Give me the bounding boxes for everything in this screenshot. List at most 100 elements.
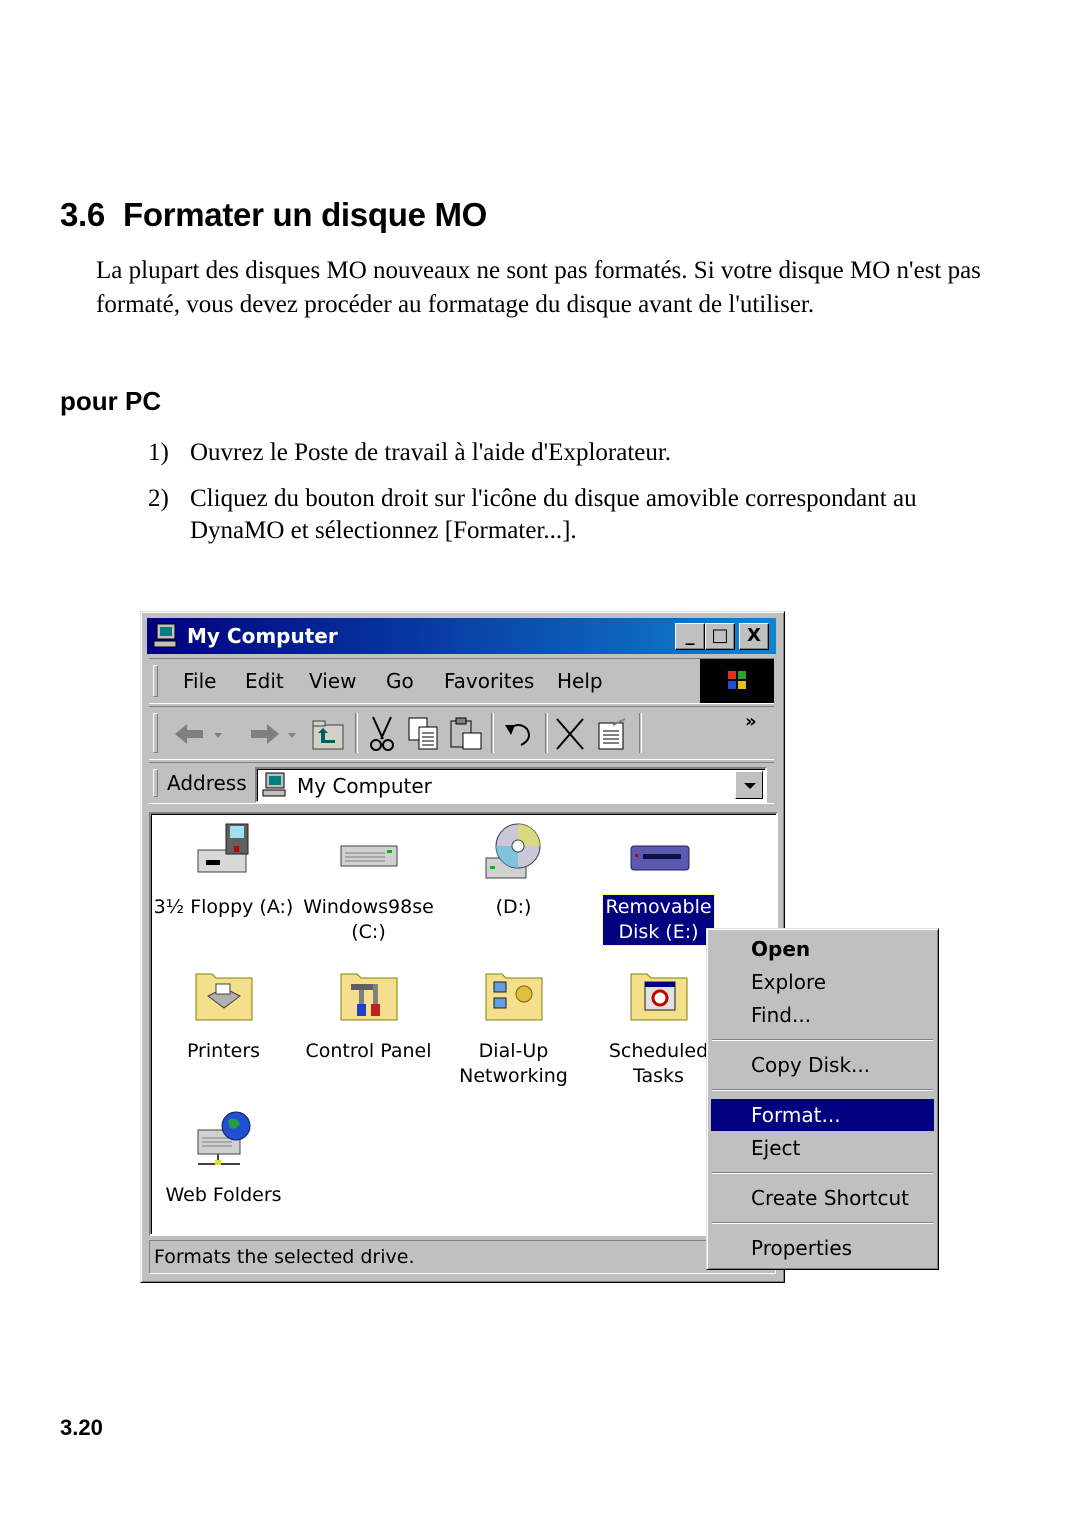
step-number: 2) — [148, 485, 169, 512]
item-label: Removable Disk (E:) — [602, 894, 715, 946]
toolbar-separator — [545, 713, 548, 753]
item-dialup-networking[interactable]: Dial-Up Networking — [441, 964, 586, 1089]
address-bar: Address My Computer — [149, 762, 774, 804]
menu-separator — [712, 1039, 933, 1041]
menu-edit[interactable]: Edit — [245, 669, 284, 693]
control-panel-folder-icon — [340, 973, 397, 1021]
computer-icon — [262, 772, 286, 797]
toolbar-grip[interactable] — [153, 713, 158, 753]
toolbar-overflow-chevron[interactable]: » — [745, 711, 769, 749]
context-menu: Open Explore Find... Copy Disk... Format… — [706, 928, 939, 1270]
step-number: 1) — [148, 439, 169, 466]
menu-file[interactable]: File — [183, 669, 216, 693]
context-menu-eject[interactable]: Eject — [711, 1132, 934, 1164]
context-menu-format[interactable]: Format... — [711, 1099, 934, 1131]
back-dropdown[interactable] — [211, 715, 225, 753]
menu-item-label: Open — [751, 937, 811, 961]
step-1: 1) Ouvrez le Poste de travail à l'aide d… — [148, 437, 1008, 469]
cut-icon[interactable] — [363, 715, 401, 753]
step-text: Ouvrez le Poste de travail à l'aide d'Ex… — [190, 439, 672, 466]
forward-dropdown[interactable] — [285, 715, 299, 753]
menu-separator — [712, 1222, 933, 1224]
section-title: 3.6 Formater un disque MO — [60, 196, 487, 234]
window-title: My Computer — [187, 624, 338, 648]
scheduled-tasks-folder-icon — [630, 973, 687, 1021]
context-menu-open[interactable]: Open — [711, 933, 934, 965]
cd-drive-icon — [485, 823, 540, 879]
item-label: Scheduled Tasks — [608, 1040, 709, 1087]
address-label: Address — [167, 771, 247, 795]
menu-favorites[interactable]: Favorites — [444, 669, 534, 693]
forward-icon[interactable] — [245, 715, 283, 753]
intro-paragraph: La plupart des disques MO nouveaux ne so… — [96, 257, 981, 318]
title-bar[interactable]: My Computer _ □ X — [147, 618, 776, 654]
item-drive-c[interactable]: Windows98se (C:) — [296, 820, 441, 945]
item-label: 3½ Floppy (A:) — [153, 896, 294, 918]
context-menu-copy-disk[interactable]: Copy Disk... — [711, 1049, 934, 1081]
up-folder-icon[interactable] — [309, 715, 347, 753]
printers-folder-icon — [195, 973, 252, 1021]
maximize-button[interactable]: □ — [705, 623, 735, 650]
page-number: 3.20 — [60, 1415, 103, 1440]
menu-item-label: Explore — [751, 970, 827, 994]
menu-separator — [712, 1089, 933, 1091]
context-menu-find[interactable]: Find... — [711, 999, 934, 1031]
item-control-panel[interactable]: Control Panel — [296, 964, 441, 1064]
address-dropdown-button[interactable] — [735, 771, 763, 799]
computer-icon — [153, 623, 177, 648]
toolbar-separator — [639, 713, 642, 753]
item-label: Dial-Up Networking — [459, 1040, 568, 1087]
my-computer-window: My Computer _ □ X File Edit View Go Favo… — [140, 611, 785, 1283]
step-text: Cliquez du bouton droit sur l'icône du d… — [190, 485, 917, 544]
menu-view[interactable]: View — [309, 669, 356, 693]
floppy-drive-icon — [197, 823, 248, 873]
menu-go[interactable]: Go — [386, 669, 414, 693]
minimize-button[interactable]: _ — [675, 623, 705, 650]
dialup-folder-icon — [485, 973, 542, 1021]
subheading: pour PC — [60, 386, 162, 416]
menu-item-label: Properties — [751, 1236, 853, 1260]
context-menu-explore[interactable]: Explore — [711, 966, 934, 998]
step-2: 2) Cliquez du bouton droit sur l'icône d… — [148, 483, 1008, 547]
menu-separator — [712, 1172, 933, 1174]
close-button[interactable]: X — [739, 623, 769, 650]
menu-bar-grip[interactable] — [153, 665, 158, 697]
item-label: (D:) — [495, 896, 532, 918]
item-label: Web Folders — [165, 1184, 282, 1206]
address-bar-grip[interactable] — [153, 769, 158, 797]
context-menu-properties[interactable]: Properties — [711, 1232, 934, 1264]
menu-bar: File Edit View Go Favorites Help — [149, 658, 774, 704]
item-label: Control Panel — [305, 1040, 432, 1062]
menu-item-label: Eject — [751, 1136, 801, 1160]
copy-icon[interactable] — [405, 715, 443, 753]
undo-icon[interactable] — [499, 715, 537, 753]
menu-item-label: Format... — [751, 1103, 841, 1127]
item-removable-e[interactable]: Removable Disk (E:) — [586, 820, 731, 946]
item-cd-d[interactable]: (D:) — [441, 820, 586, 920]
toolbar-separator — [355, 713, 358, 753]
section-number: 3.6 — [60, 196, 105, 233]
item-label: Windows98se (C:) — [303, 896, 434, 943]
web-folders-icon — [197, 1111, 250, 1165]
context-menu-create-shortcut[interactable]: Create Shortcut — [711, 1182, 934, 1214]
item-label: Printers — [186, 1040, 261, 1062]
windows-logo-icon — [700, 659, 774, 703]
toolbar-separator — [491, 713, 494, 753]
item-web-folders[interactable]: Web Folders — [151, 1108, 296, 1208]
address-value: My Computer — [297, 774, 432, 798]
properties-icon[interactable] — [593, 715, 631, 753]
address-input[interactable]: My Computer — [255, 767, 767, 803]
paste-icon[interactable] — [447, 715, 485, 753]
delete-icon[interactable] — [551, 715, 589, 753]
menu-item-label: Copy Disk... — [751, 1053, 871, 1077]
toolbar: » — [149, 706, 774, 760]
status-bar: Formats the selected drive. — [149, 1240, 776, 1274]
file-view: 3½ Floppy (A:) Windows98se (C:) (D:) Rem… — [149, 812, 778, 1236]
item-printers[interactable]: Printers — [151, 964, 296, 1064]
menu-help[interactable]: Help — [557, 669, 603, 693]
removable-disk-icon — [630, 845, 689, 871]
item-floppy-a[interactable]: 3½ Floppy (A:) — [151, 820, 296, 920]
menu-item-label: Find... — [751, 1003, 812, 1027]
back-icon[interactable] — [171, 715, 209, 753]
status-text: Formats the selected drive. — [154, 1246, 415, 1268]
